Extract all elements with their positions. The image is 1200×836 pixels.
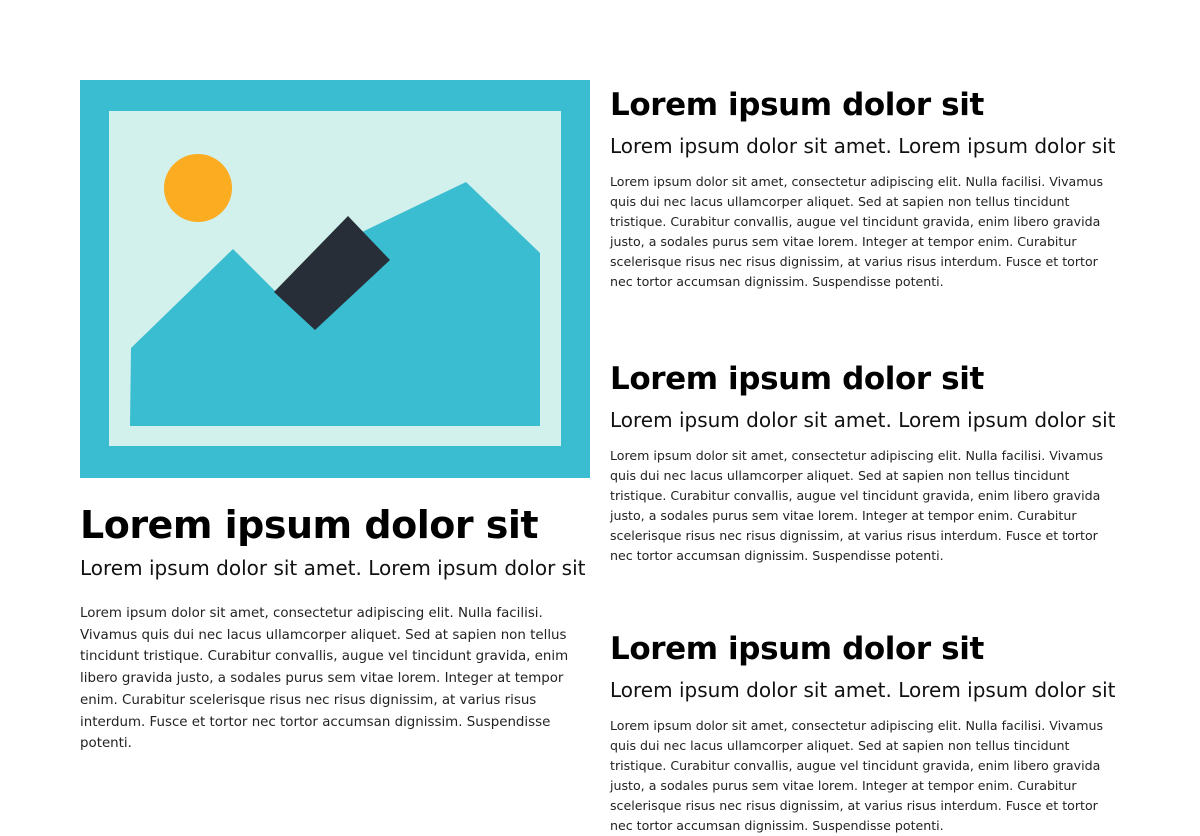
page: Lorem ipsum dolor sit Lorem ipsum dolor … — [0, 0, 1200, 833]
feature-body: Lorem ipsum dolor sit amet, consectetur … — [80, 606, 569, 752]
article-title: Lorem ipsum dolor sit — [610, 631, 984, 667]
article-subtitle: Lorem ipsum dolor sit amet. Lorem ipsum … — [610, 408, 1116, 432]
article-subtitle: Lorem ipsum dolor sit amet. Lorem ipsum … — [610, 134, 1116, 158]
image-placeholder-icon — [80, 80, 590, 478]
article-item: Lorem ipsum dolor sit Lorem ipsum dolor … — [610, 86, 1120, 292]
article-title: Lorem ipsum dolor sit — [610, 361, 984, 397]
feature-article: Lorem ipsum dolor sit Lorem ipsum dolor … — [80, 80, 590, 755]
article-body: Lorem ipsum dolor sit amet, consectetur … — [610, 174, 1104, 289]
feature-title: Lorem ipsum dolor sit — [80, 503, 539, 547]
article-item: Lorem ipsum dolor sit Lorem ipsum dolor … — [610, 360, 1120, 566]
article-subtitle: Lorem ipsum dolor sit amet. Lorem ipsum … — [610, 678, 1116, 702]
sun-icon — [164, 154, 232, 222]
article-body: Lorem ipsum dolor sit amet, consectetur … — [610, 718, 1104, 833]
article-body: Lorem ipsum dolor sit amet, consectetur … — [610, 448, 1104, 563]
article-title: Lorem ipsum dolor sit — [610, 87, 984, 123]
feature-subtitle: Lorem ipsum dolor sit amet. Lorem ipsum … — [80, 556, 586, 580]
article-item: Lorem ipsum dolor sit Lorem ipsum dolor … — [610, 630, 1120, 836]
